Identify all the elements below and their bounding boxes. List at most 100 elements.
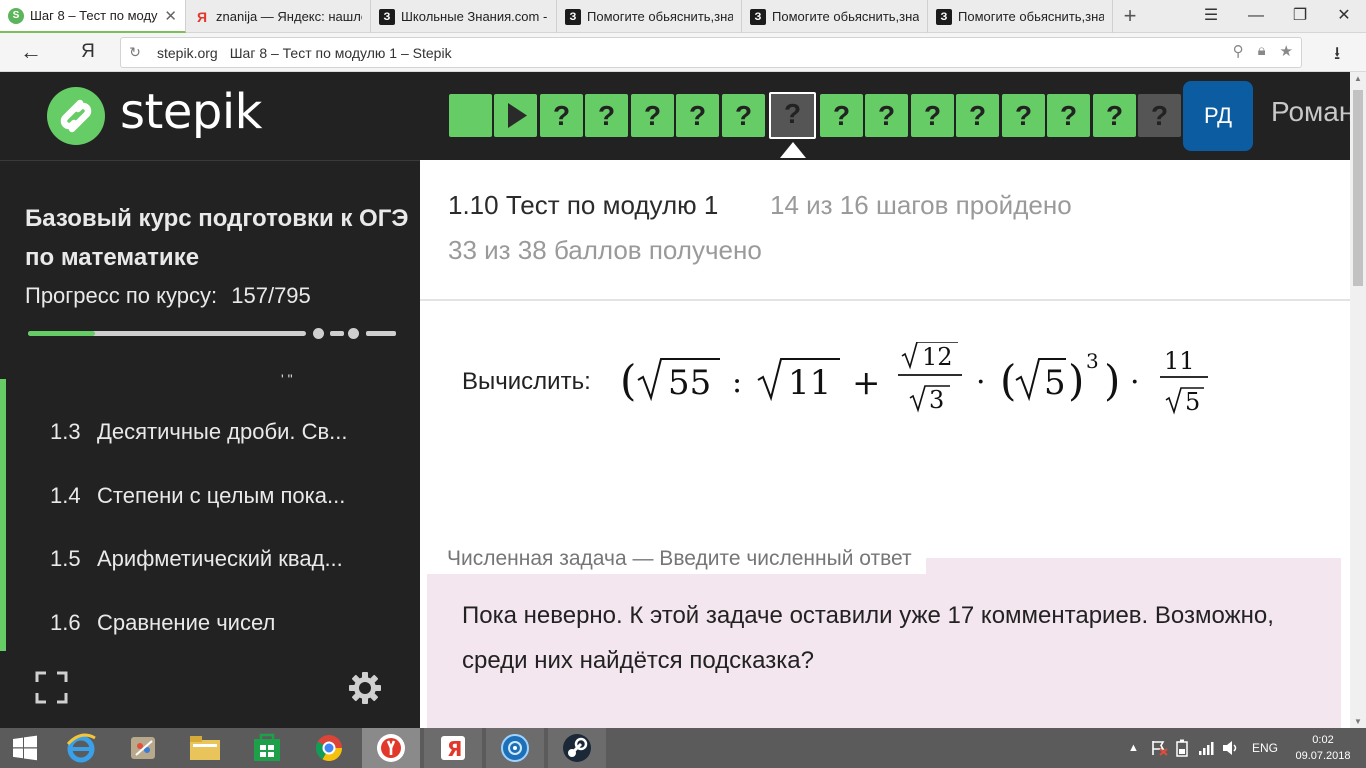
tab-znanija-question[interactable]: З Помогите обьяснить,зна — [928, 0, 1113, 33]
step-2-video[interactable] — [494, 94, 537, 137]
close-tab-icon[interactable]: ✕ — [164, 7, 177, 25]
module-indicator — [0, 379, 6, 651]
wifi-signal-icon[interactable] — [1198, 728, 1214, 768]
page-scrollbar[interactable]: ▲ ▼ — [1350, 72, 1366, 728]
yandex-app-icon[interactable]: Я — [424, 728, 482, 768]
fullscreen-icon[interactable] — [35, 671, 68, 704]
chrome-icon[interactable] — [300, 728, 358, 768]
formula-operator: · — [976, 365, 986, 400]
formula-term: 11 — [788, 363, 831, 403]
bookmark-star-icon[interactable]: ★ — [1280, 42, 1293, 60]
sidebar-item-lesson-1-4[interactable]: 1.4 Степени с целым пока... — [50, 483, 395, 509]
restore-icon[interactable]: ❐ — [1287, 4, 1313, 28]
volume-icon[interactable] — [1222, 728, 1240, 768]
formula-operator: + — [852, 363, 881, 403]
browser-tab-strip: S Шаг 8 – Тест по моду ✕ Я znanija — Янд… — [0, 0, 1366, 33]
step-3[interactable]: ? — [540, 94, 583, 137]
menu-icon[interactable]: ☰ — [1198, 4, 1224, 28]
step-7[interactable]: ? — [722, 94, 765, 137]
formula-term: 5 — [1185, 388, 1200, 416]
lesson-title: Арифметический квад... — [97, 546, 343, 571]
task-prefix: Вычислить: — [462, 368, 591, 395]
feedback-panel: Численная задача — Введите численный отв… — [427, 544, 1341, 733]
formula-paren: ( — [1000, 356, 1016, 405]
task-type-tab: Численная задача — Введите численный отв… — [427, 544, 926, 574]
sidebar-item-lesson-1-6[interactable]: 1.6 Сравнение чисел — [50, 610, 395, 636]
start-button[interactable] — [0, 728, 50, 768]
step-8-current[interactable]: ? — [769, 92, 816, 139]
formula-exponent: 3 — [1086, 349, 1099, 373]
tab-znanija-home[interactable]: З Школьные Знания.com - — [371, 0, 557, 33]
user-name[interactable]: Роман — [1271, 96, 1354, 128]
download-icon[interactable]: ⭳ — [1334, 41, 1340, 71]
step-14[interactable]: ? — [1047, 94, 1090, 137]
url-field[interactable]: ↻ stepik.org Шаг 8 – Тест по модулю 1 – … — [120, 37, 1302, 68]
input-language[interactable]: ENG — [1252, 728, 1278, 768]
step-10[interactable]: ? — [865, 94, 908, 137]
system-clock[interactable]: 0:02 09.07.2018 — [1288, 732, 1358, 764]
step-16[interactable]: ? — [1138, 94, 1181, 137]
zoom-icon[interactable]: ⚲ — [1233, 42, 1244, 60]
tab-label: Помогите обьяснить,зна — [772, 9, 919, 24]
step-11[interactable]: ? — [911, 94, 954, 137]
lesson-title: Сравнение чисел — [97, 610, 276, 635]
stepik-logo-icon[interactable] — [47, 87, 105, 145]
step-4[interactable]: ? — [585, 94, 628, 137]
paint-app-icon[interactable] — [114, 728, 172, 768]
progress-value: 157/795 — [231, 283, 311, 308]
scroll-up-arrow-icon[interactable]: ▲ — [1350, 74, 1366, 83]
show-hidden-icons-icon[interactable]: ▲ — [1128, 728, 1139, 768]
step-9[interactable]: ? — [820, 94, 863, 137]
step-1[interactable] — [449, 94, 492, 137]
internet-explorer-icon[interactable] — [52, 728, 110, 768]
sidebar-item-lesson-1-3[interactable]: 1.3 Десятичные дроби. Св... — [50, 419, 395, 445]
file-explorer-icon[interactable] — [176, 728, 234, 768]
reload-icon[interactable]: ↻ — [121, 44, 149, 61]
course-title[interactable]: Базовый курс подготовки к ОГЭ по математ… — [25, 199, 410, 277]
step-6[interactable]: ? — [676, 94, 719, 137]
url-domain: stepik.org — [157, 44, 218, 61]
current-step-pointer — [780, 142, 806, 158]
step-13[interactable]: ? — [1002, 94, 1045, 137]
minimize-icon[interactable]: — — [1243, 4, 1269, 28]
step-12[interactable]: ? — [956, 94, 999, 137]
close-window-icon[interactable]: ✕ — [1331, 4, 1357, 28]
divider — [420, 299, 1350, 301]
znanija-favicon-icon: З — [750, 8, 766, 25]
media-app-icon[interactable] — [486, 728, 544, 768]
course-sidebar: Базовый курс подготовки к ОГЭ по математ… — [0, 160, 420, 728]
lesson-number: 1.6 — [50, 610, 81, 635]
avatar[interactable]: РД — [1183, 81, 1253, 151]
steam-icon[interactable] — [548, 728, 606, 768]
tab-yandex-search[interactable]: Я znanija — Яндекс: нашло — [186, 0, 371, 33]
play-icon — [508, 103, 527, 128]
tab-znanija-question[interactable]: З Помогите обьяснить,зна — [742, 0, 928, 33]
formula-paren: ( — [620, 356, 636, 405]
scrollbar-thumb[interactable] — [1353, 90, 1363, 286]
progress-marker — [330, 331, 344, 336]
battery-icon[interactable] — [1175, 728, 1189, 768]
clock-time: 0:02 — [1312, 734, 1334, 746]
scroll-down-arrow-icon[interactable]: ▼ — [1350, 717, 1366, 726]
yandex-home-button[interactable]: Я — [78, 39, 98, 65]
quote-mark: ' " — [281, 371, 293, 387]
tab-stepik[interactable]: S Шаг 8 – Тест по моду ✕ — [0, 0, 186, 33]
stepik-logo-text[interactable]: stepik — [120, 84, 262, 140]
formula-paren: ) — [1068, 356, 1084, 405]
sidebar-item-lesson-1-5[interactable]: 1.5 Арифметический квад... — [50, 546, 395, 572]
tab-znanija-question[interactable]: З Помогите обьяснить,зна — [557, 0, 742, 33]
gear-icon[interactable] — [348, 671, 382, 705]
lock-icon[interactable]: 🔒︎ — [1258, 42, 1266, 60]
step-15[interactable]: ? — [1093, 94, 1136, 137]
store-icon[interactable] — [238, 728, 296, 768]
back-arrow-icon[interactable]: ← — [18, 39, 44, 65]
stepik-header: stepik ? ? ? ? ? ? ? ? ? ? ? ? ? ? РД Ро… — [0, 72, 1354, 160]
step-5[interactable]: ? — [631, 94, 674, 137]
notification-flag-icon[interactable] — [1150, 728, 1168, 768]
feedback-message: Пока неверно. К этой задаче оставили уже… — [462, 602, 1274, 674]
yandex-browser-icon[interactable] — [362, 728, 420, 768]
url-page-title: Шаг 8 – Тест по модулю 1 – Stepik — [229, 44, 452, 61]
znanija-favicon-icon: З — [565, 8, 581, 25]
new-tab-button[interactable]: + — [1118, 4, 1142, 28]
course-progress: Прогресс по курсу: 157/795 — [25, 283, 311, 309]
